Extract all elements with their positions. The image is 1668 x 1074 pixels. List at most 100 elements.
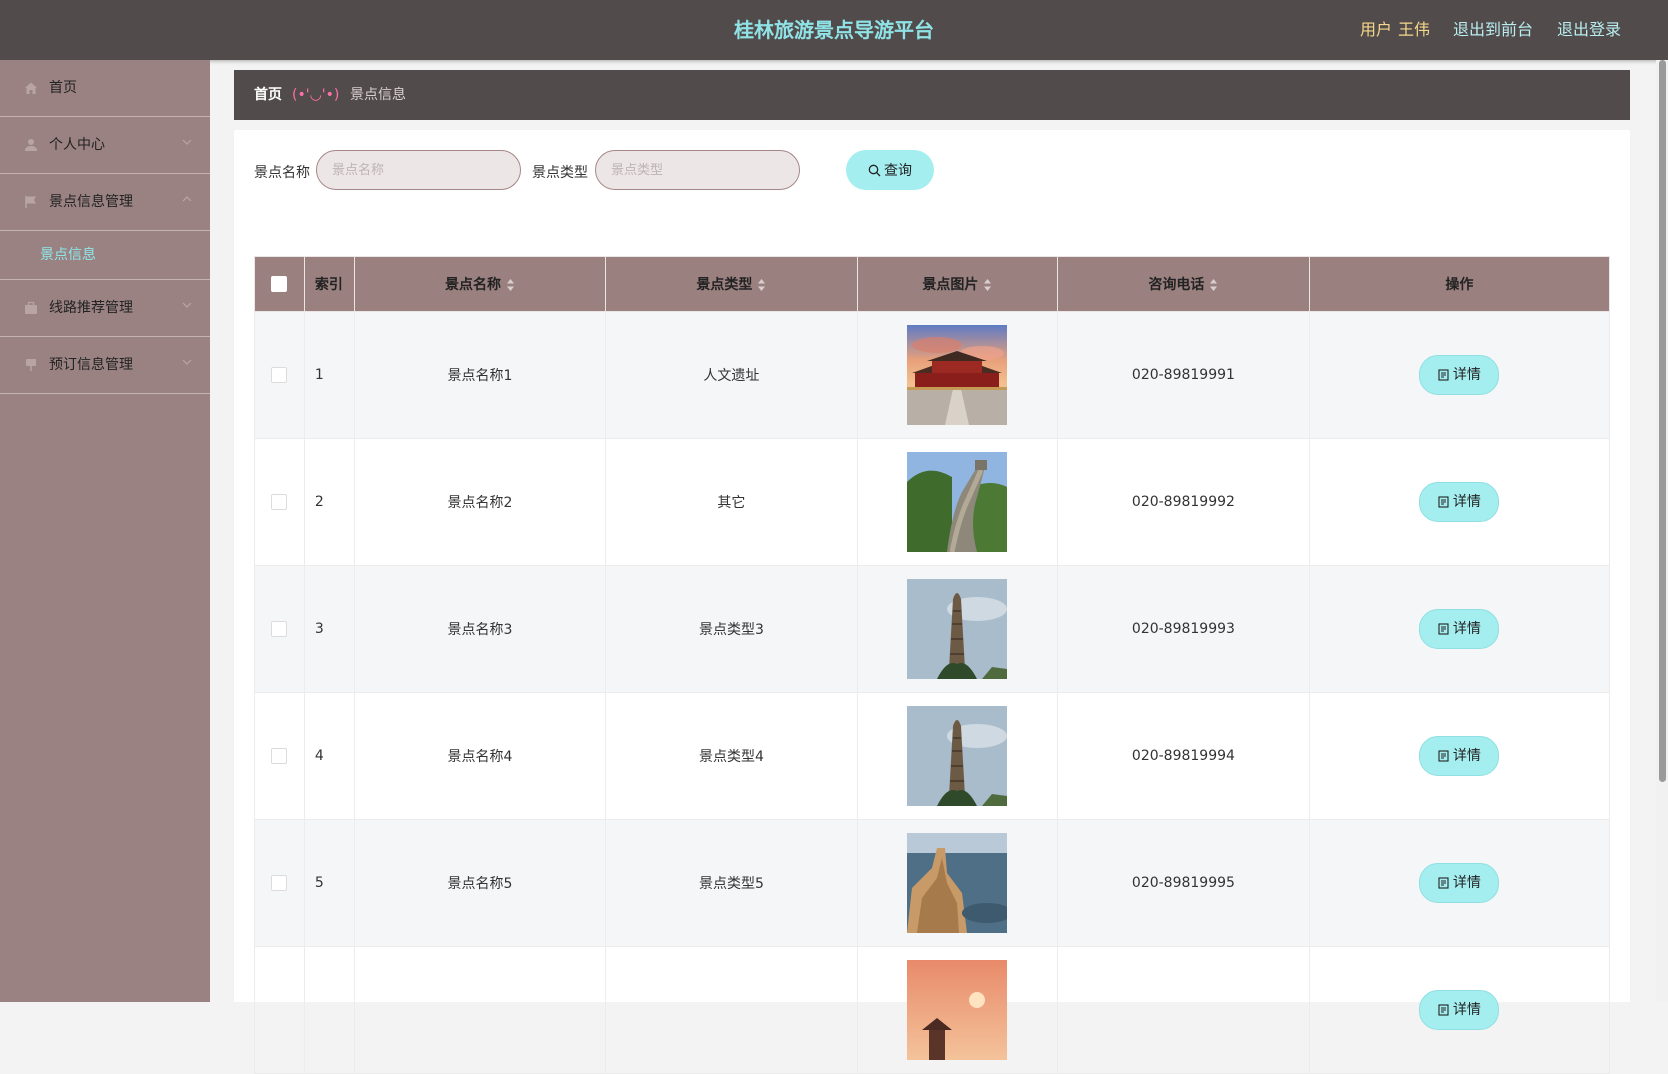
sidebar-item-label: 预订信息管理: [49, 357, 133, 373]
cell-image: [856, 692, 1059, 820]
cell-action: 详情: [1308, 946, 1611, 1074]
chevron-down-icon: [182, 302, 192, 308]
sort-icon[interactable]: [983, 278, 992, 292]
document-icon: [1438, 623, 1449, 635]
select-all-checkbox[interactable]: [271, 276, 288, 292]
row-checkbox[interactable]: [271, 367, 288, 383]
cell-phone: 020-89819994: [1057, 692, 1310, 820]
cell-type: [605, 946, 858, 1074]
row-select-cell: [254, 438, 305, 566]
attraction-table: 索引 景点名称 景点类型 景点图片 咨询电话 操作 1 景点名称1 人文遗址 0…: [254, 256, 1611, 1074]
cell-index: 4: [303, 692, 355, 820]
cell-name: 景点名称3: [353, 565, 607, 693]
main-panel: 景点名称 景点类型 查询 索引 景点名称 景点类型 景点图片 咨询电话 操作 1: [234, 130, 1630, 1074]
stone-pillar-photo[interactable]: [907, 579, 1008, 679]
cell-action: 详情: [1308, 311, 1611, 439]
cell-phone: [1057, 946, 1310, 1074]
column-header-label: 景点图片: [922, 277, 979, 293]
row-checkbox[interactable]: [271, 748, 288, 764]
stone-pillar-photo[interactable]: [907, 706, 1008, 806]
document-icon: [1438, 369, 1449, 381]
logout-link[interactable]: 退出登录: [1557, 0, 1621, 60]
sort-icon[interactable]: [1209, 278, 1218, 292]
detail-button[interactable]: 详情: [1419, 609, 1500, 649]
cell-name: 景点名称5: [353, 819, 607, 947]
detail-button-label: 详情: [1452, 621, 1481, 637]
column-header-image[interactable]: 景点图片: [856, 256, 1059, 312]
sidebar-item-home[interactable]: 首页: [0, 60, 210, 117]
detail-button[interactable]: 详情: [1419, 355, 1500, 395]
user-name: 王伟: [1398, 20, 1431, 39]
search-button[interactable]: 查询: [846, 150, 934, 190]
breadcrumb-home[interactable]: 首页: [254, 70, 282, 120]
breadcrumb-current: 景点信息: [350, 87, 406, 103]
great-wall-photo[interactable]: [907, 452, 1008, 553]
cell-phone: 020-89819993: [1057, 565, 1310, 693]
home-icon: [25, 82, 37, 94]
document-icon: [1438, 877, 1449, 889]
gate-tower-photo[interactable]: [907, 325, 1008, 425]
breadcrumb: 首页 (•'◡'•) 景点信息: [234, 70, 1630, 120]
cell-name: [353, 946, 607, 1074]
cell-action: 详情: [1308, 565, 1611, 693]
detail-button[interactable]: 详情: [1419, 863, 1500, 903]
column-header-type[interactable]: 景点类型: [605, 256, 858, 312]
cell-image: [856, 819, 1059, 947]
cell-index: 5: [303, 819, 355, 947]
chevron-down-icon: [182, 359, 192, 365]
cell-type: 其它: [605, 438, 858, 566]
user-label: 用户: [1360, 20, 1393, 39]
detail-button-label: 详情: [1452, 875, 1481, 891]
submenu-attraction: 景点信息: [0, 231, 210, 280]
row-checkbox[interactable]: [271, 621, 288, 637]
cell-name: 景点名称1: [353, 311, 607, 439]
scrollbar-thumb[interactable]: [1659, 60, 1666, 782]
sidebar-item-route-management[interactable]: 线路推荐管理: [0, 280, 210, 337]
chevron-down-icon: [182, 139, 192, 145]
sort-icon[interactable]: [757, 278, 766, 292]
sort-icon[interactable]: [506, 278, 515, 292]
row-select-cell: [254, 819, 305, 947]
sidebar-item-booking-management[interactable]: 预订信息管理: [0, 337, 210, 394]
row-checkbox[interactable]: [271, 494, 288, 510]
column-header-phone[interactable]: 咨询电话: [1057, 256, 1310, 312]
sea-cliff-photo[interactable]: [907, 833, 1013, 933]
table-row: 1 景点名称1 人文遗址 020-89819991 详情: [254, 311, 1611, 439]
table-row: 2 景点名称2 其它 020-89819992 详情: [254, 438, 1611, 566]
column-header-label: 景点类型: [696, 277, 753, 293]
row-select-cell: [254, 311, 305, 439]
sidebar-item-attraction-management[interactable]: 景点信息管理: [0, 174, 210, 231]
briefcase-icon: [25, 301, 37, 314]
cell-index: 3: [303, 565, 355, 693]
cell-image: [856, 438, 1059, 566]
document-icon: [1438, 496, 1449, 508]
flag-icon: [25, 196, 36, 208]
cell-image: [856, 565, 1059, 693]
cell-phone: 020-89819995: [1057, 819, 1310, 947]
document-icon: [1438, 1004, 1449, 1016]
cell-phone: 020-89819992: [1057, 438, 1310, 566]
cell-type: 人文遗址: [605, 311, 858, 439]
select-all-cell: [254, 256, 305, 312]
sunset-pagoda-photo[interactable]: [907, 960, 1008, 1060]
type-search-input[interactable]: [595, 150, 800, 190]
row-select-cell: [254, 692, 305, 820]
column-header-name[interactable]: 景点名称: [353, 256, 607, 312]
column-header-label: 咨询电话: [1148, 277, 1205, 293]
cell-type: 景点类型5: [605, 819, 858, 947]
sidebar-item-label: 景点信息管理: [49, 194, 133, 210]
detail-button[interactable]: 详情: [1419, 482, 1500, 522]
row-checkbox[interactable]: [271, 875, 288, 891]
name-search-input[interactable]: [316, 150, 521, 190]
cell-action: 详情: [1308, 438, 1611, 566]
detail-button-label: 详情: [1452, 494, 1481, 510]
type-search-label: 景点类型: [532, 165, 588, 181]
sidebar-subitem-attraction-info[interactable]: 景点信息: [40, 231, 96, 279]
row-select-cell: [254, 946, 305, 1074]
detail-button[interactable]: 详情: [1419, 990, 1500, 1030]
detail-button[interactable]: 详情: [1419, 736, 1500, 776]
exit-to-frontend-link[interactable]: 退出到前台: [1453, 0, 1533, 60]
cell-action: 详情: [1308, 819, 1611, 947]
sidebar-item-personal-center[interactable]: 个人中心: [0, 117, 210, 174]
row-select-cell: [254, 565, 305, 693]
